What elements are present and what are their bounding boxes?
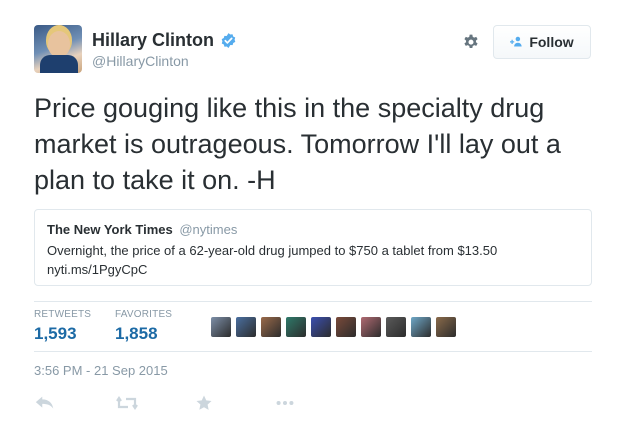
retweets-stat[interactable]: RETWEETS 1,593 — [34, 309, 91, 344]
quoted-text: Overnight, the price of a 62-year-old dr… — [47, 241, 579, 279]
favoriter-avatar[interactable] — [411, 317, 431, 337]
timestamp[interactable]: 3:56 PM - 21 Sep 2015 — [34, 363, 168, 378]
favorites-label: FAVORITES — [115, 309, 173, 320]
author-handle[interactable]: @HillaryClinton — [92, 53, 189, 69]
avatar-face — [48, 31, 70, 57]
favoriter-avatar[interactable] — [211, 317, 231, 337]
retweets-label: RETWEETS — [34, 309, 92, 320]
tweet-text: Price gouging like this in the specialty… — [34, 93, 561, 195]
author-name[interactable]: Hillary Clinton — [92, 30, 214, 51]
more-icon[interactable] — [274, 394, 296, 412]
quoted-link[interactable]: nyti.ms/1PgyCpC — [47, 260, 579, 279]
quoted-tweet[interactable]: The New York Times @nytimes Overnight, t… — [34, 209, 592, 286]
favoriter-avatar[interactable] — [436, 317, 456, 337]
follow-label: Follow — [529, 34, 574, 50]
favorites-count: 1,858 — [115, 324, 158, 343]
favoriter-avatar[interactable] — [236, 317, 256, 337]
verified-badge-icon — [221, 33, 236, 48]
quoted-body: Overnight, the price of a 62-year-old dr… — [47, 243, 498, 258]
avatar[interactable] — [34, 25, 82, 73]
quoted-header: The New York Times @nytimes — [47, 222, 579, 238]
avatar-jacket — [40, 55, 78, 73]
follow-button[interactable]: Follow — [493, 25, 591, 59]
retweet-icon[interactable] — [114, 394, 140, 412]
quoted-author-handle: @nytimes — [179, 222, 238, 237]
favorites-stat[interactable]: FAVORITES 1,858 — [115, 309, 172, 344]
stats-divider-bottom — [34, 351, 592, 352]
quoted-author-name: The New York Times — [47, 222, 173, 237]
reply-icon[interactable] — [34, 394, 56, 412]
favoriter-avatar[interactable] — [361, 317, 381, 337]
retweets-count: 1,593 — [34, 324, 77, 343]
favoriter-avatar[interactable] — [261, 317, 281, 337]
favoriter-avatar[interactable] — [386, 317, 406, 337]
favoriters-list — [211, 317, 461, 337]
author-name-row[interactable]: Hillary Clinton — [92, 30, 237, 51]
star-icon[interactable] — [193, 394, 215, 412]
stats-divider-top — [34, 301, 592, 302]
favoriter-avatar[interactable] — [286, 317, 306, 337]
favoriter-avatar[interactable] — [311, 317, 331, 337]
add-user-icon — [510, 36, 522, 47]
favoriter-avatar[interactable] — [336, 317, 356, 337]
gear-icon[interactable] — [461, 33, 481, 53]
